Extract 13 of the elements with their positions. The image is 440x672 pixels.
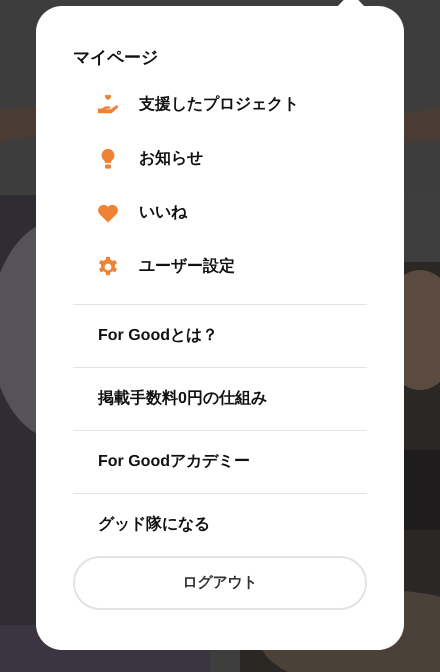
- menu-link[interactable]: グッド隊になる: [98, 513, 210, 537]
- menu-heading: マイページ: [73, 47, 158, 69]
- menu-link[interactable]: For Goodとは？: [98, 324, 218, 348]
- menu-link[interactable]: 掲載手数料0円の仕組み: [98, 387, 267, 411]
- menu-item[interactable]: ユーザー設定: [73, 240, 367, 294]
- menu-link[interactable]: For Goodアカデミー: [98, 450, 250, 474]
- menu-item[interactable]: いいね: [73, 186, 367, 240]
- heart-icon: [97, 202, 119, 224]
- settings-icon: [97, 256, 119, 278]
- logout-button[interactable]: ログアウト: [73, 556, 367, 610]
- hand-heart-icon: [97, 94, 119, 116]
- menu-item[interactable]: お知らせ: [73, 132, 367, 186]
- menu-item[interactable]: 支援したプロジェクト: [73, 78, 367, 132]
